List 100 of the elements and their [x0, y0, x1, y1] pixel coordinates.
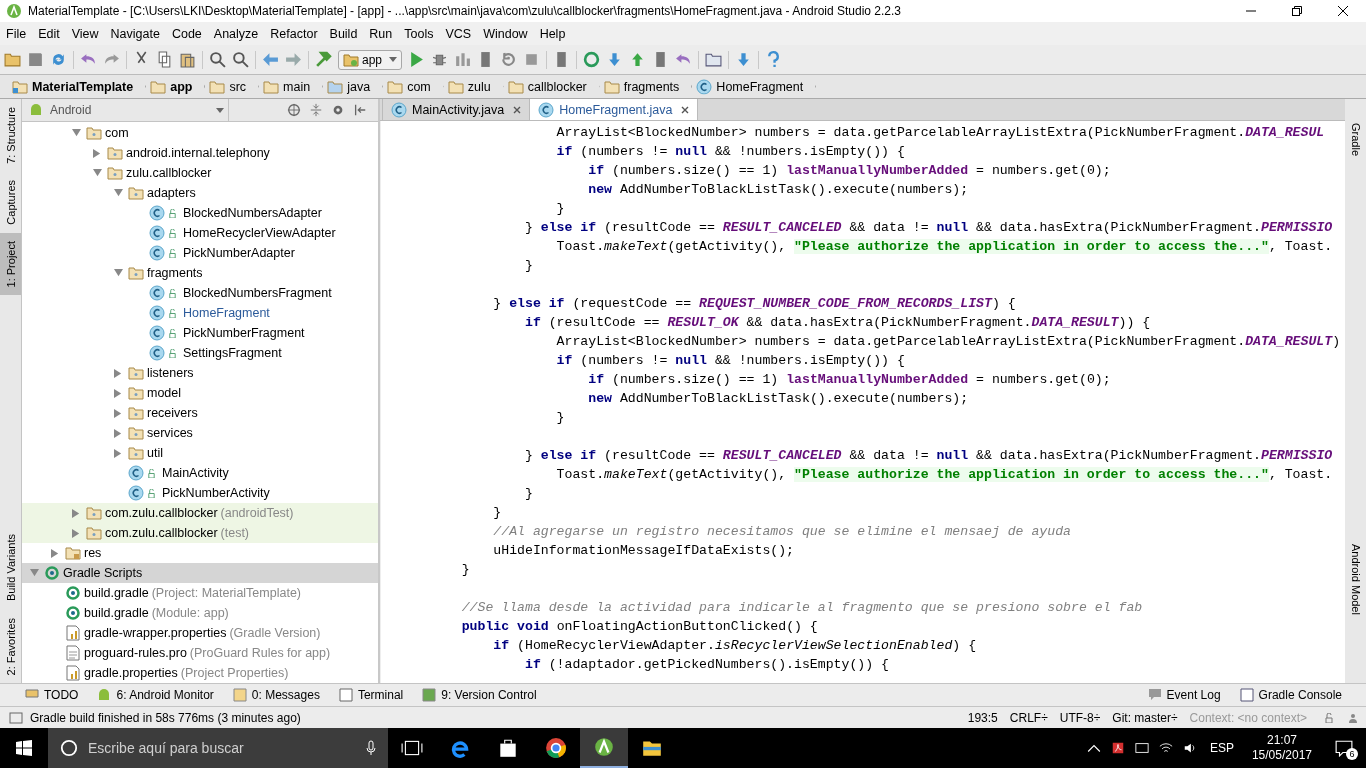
breadcrumb-item[interactable]: MaterialTemplate — [8, 78, 147, 95]
expand-arrow-icon[interactable] — [113, 428, 123, 438]
tool-window-button[interactable]: TODO — [24, 687, 79, 703]
tree-row[interactable]: PickNumberAdapter — [22, 243, 378, 263]
taskbar-search-field[interactable]: Escribe aquí para buscar — [48, 728, 388, 768]
menu-item[interactable]: Run — [363, 24, 399, 43]
search-icon[interactable] — [209, 51, 226, 68]
tool-window-tab[interactable]: Captures — [0, 171, 21, 233]
tool-window-button[interactable]: 6: Android Monitor — [96, 687, 214, 703]
expand-arrow-icon[interactable] — [71, 528, 81, 538]
menu-item[interactable]: Refactor — [264, 24, 324, 43]
tree-row[interactable]: fragments — [22, 263, 378, 283]
expand-arrow-icon[interactable] — [50, 548, 60, 558]
menu-item[interactable]: Tools — [398, 24, 440, 43]
tool-window-tab[interactable]: Android Model — [1345, 520, 1366, 623]
tree-row[interactable]: build.gradle (Module: app) — [22, 603, 378, 623]
tool-window-tab[interactable]: 2: Favorites — [0, 609, 21, 683]
git-branch-selector[interactable]: Git: master÷ — [1109, 710, 1181, 725]
tree-row[interactable]: BlockedNumbersFragment — [22, 283, 378, 303]
breadcrumb-item[interactable]: java — [323, 78, 384, 95]
tree-row[interactable]: BlockedNumbersAdapter — [22, 203, 378, 223]
menu-item[interactable]: File — [0, 24, 33, 43]
hammer-icon[interactable] — [315, 51, 332, 68]
encoding-selector[interactable]: UTF-8÷ — [1056, 710, 1104, 725]
tree-row[interactable]: services — [22, 423, 378, 443]
editor-tab[interactable]: MainActivity.java — [382, 99, 530, 120]
android-studio-taskbar-button[interactable] — [580, 728, 628, 768]
breadcrumb-item[interactable]: com — [383, 78, 444, 95]
expand-arrow-icon[interactable] — [113, 188, 123, 198]
tool-window-button[interactable]: Terminal — [337, 687, 404, 703]
tool-window-tab[interactable]: 7: Structure — [0, 99, 21, 172]
menu-item[interactable]: Analyze — [207, 24, 265, 43]
chrome-icon[interactable] — [545, 737, 567, 759]
tree-row[interactable]: HomeRecyclerViewAdapter — [22, 223, 378, 243]
tool-window-button[interactable]: 0: Messages — [231, 687, 320, 703]
lock-icon[interactable] — [1324, 712, 1334, 723]
breadcrumb-item[interactable]: app — [146, 78, 206, 95]
windows-start-icon[interactable] — [16, 740, 32, 756]
tree-row[interactable]: res — [22, 543, 378, 563]
expand-arrow-icon[interactable] — [29, 568, 39, 578]
expand-arrow-icon[interactable] — [92, 168, 102, 178]
tree-row[interactable]: MainActivity — [22, 463, 378, 483]
microphone-icon[interactable] — [366, 740, 376, 756]
expand-arrow-icon[interactable] — [71, 128, 81, 138]
tree-row[interactable]: adapters — [22, 183, 378, 203]
close-icon[interactable] — [1338, 6, 1348, 16]
pdf-icon[interactable] — [1110, 741, 1125, 755]
tree-row[interactable]: gradle-wrapper.properties (Gradle Version) — [22, 623, 378, 643]
tool-window-tab[interactable]: Build Variants — [0, 526, 21, 610]
run-icon[interactable] — [408, 51, 426, 68]
tree-row[interactable]: com.zulu.callblocker (androidTest) — [22, 503, 378, 523]
breadcrumb-item[interactable]: main — [259, 78, 324, 95]
expand-arrow-icon[interactable] — [113, 408, 123, 418]
tree-row[interactable]: build.gradle (Project: MaterialTemplate) — [22, 583, 378, 603]
menu-item[interactable]: Code — [165, 24, 208, 43]
open-folder-icon[interactable] — [4, 51, 21, 68]
tree-row[interactable]: model — [22, 383, 378, 403]
tool-window-button[interactable]: Gradle Console — [1238, 687, 1342, 703]
collapse-all-icon[interactable] — [309, 103, 323, 117]
expand-arrow-icon[interactable] — [71, 508, 81, 518]
editor-tab[interactable]: HomeFragment.java — [529, 99, 699, 120]
menu-item[interactable]: Help — [533, 24, 572, 43]
back-arrow-icon[interactable] — [262, 51, 279, 68]
run-configuration-dropdown[interactable]: app — [338, 49, 403, 70]
caret-position[interactable]: 193:5 — [964, 710, 1001, 725]
tree-row[interactable]: com — [22, 123, 378, 143]
breadcrumb-item[interactable]: HomeFragment — [692, 78, 817, 95]
tree-row[interactable]: PickNumberActivity — [22, 483, 378, 503]
line-separator-selector[interactable]: CRLF÷ — [1006, 710, 1051, 725]
sync-icon[interactable] — [50, 51, 67, 68]
toggle-tool-windows-icon[interactable] — [8, 709, 24, 726]
wifi-icon[interactable] — [1158, 741, 1173, 755]
hide-panel-icon[interactable] — [353, 103, 367, 117]
tree-row[interactable]: com.zulu.callblocker (test) — [22, 523, 378, 543]
tree-row[interactable]: HomeFragment — [22, 303, 378, 323]
breadcrumb-item[interactable]: fragments — [599, 78, 693, 95]
refresh-icon[interactable] — [500, 51, 518, 68]
menu-item[interactable]: VCS — [439, 24, 478, 43]
settings-icon[interactable] — [331, 103, 345, 117]
tree-row[interactable]: Gradle Scripts — [22, 563, 378, 583]
keyboard-icon[interactable] — [1134, 741, 1149, 755]
expand-arrow-icon[interactable] — [92, 148, 102, 158]
tool-window-button[interactable]: 9: Version Control — [421, 687, 537, 703]
copy-icon[interactable] — [156, 51, 173, 68]
tree-row[interactable]: SettingsFragment — [22, 343, 378, 363]
expand-arrow-icon[interactable] — [113, 368, 123, 378]
menu-item[interactable]: Edit — [32, 24, 66, 43]
locate-icon[interactable] — [287, 103, 301, 117]
tree-row[interactable]: zulu.callblocker — [22, 163, 378, 183]
tool-window-tab[interactable]: 1: Project — [0, 232, 21, 295]
store-bag-icon[interactable] — [497, 737, 519, 759]
restore-icon[interactable] — [1292, 6, 1302, 16]
tool-window-button[interactable]: Event Log — [1146, 687, 1221, 703]
expand-arrow-icon[interactable] — [113, 448, 123, 458]
taskbar-clock[interactable]: 21:07 15/05/2017 — [1251, 733, 1312, 763]
tree-row[interactable]: listeners — [22, 363, 378, 383]
paste-icon[interactable] — [179, 51, 196, 68]
close-icon[interactable] — [681, 105, 690, 114]
menu-item[interactable]: View — [65, 24, 105, 43]
breadcrumb-item[interactable]: zulu — [443, 78, 504, 95]
